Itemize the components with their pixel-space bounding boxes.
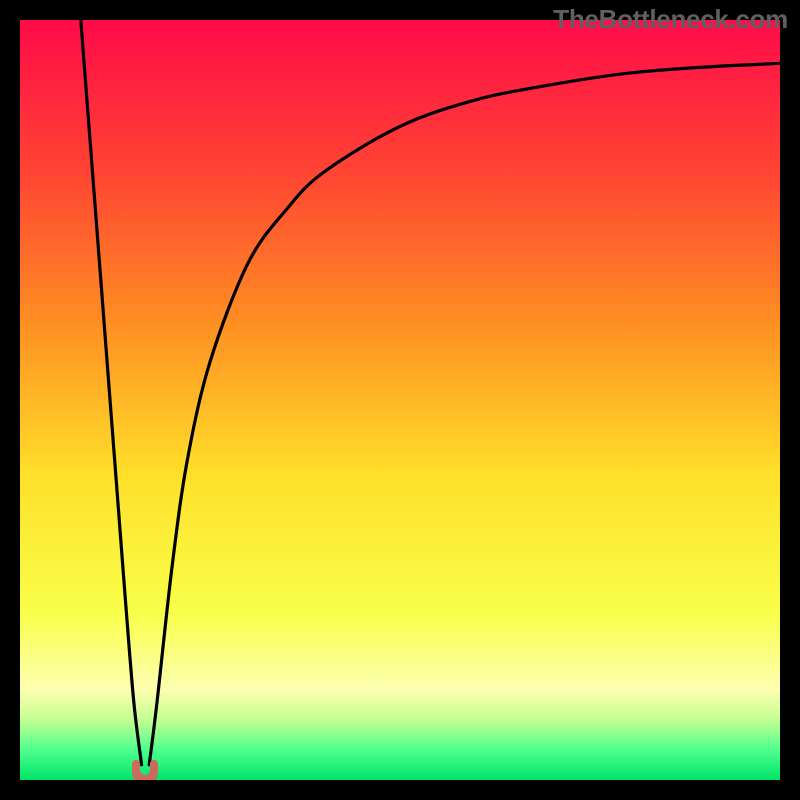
left-ascending-line [81,20,142,765]
optimal-point-marker [132,758,158,780]
watermark-text: TheBottleneck.com [553,4,788,35]
chart-canvas: TheBottleneck.com [0,0,800,800]
data-curves [20,20,780,780]
plot-area [20,20,780,780]
right-curve-line [149,63,780,764]
